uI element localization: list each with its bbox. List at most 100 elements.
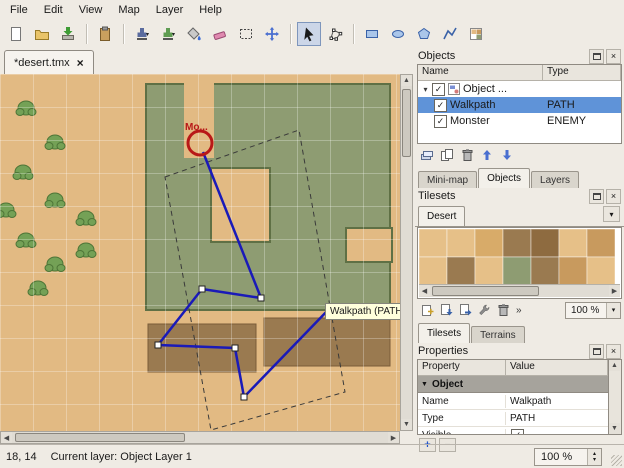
tile[interactable] [559, 229, 587, 257]
tileset-scroll-thumb[interactable] [432, 286, 539, 296]
tile[interactable] [419, 229, 447, 257]
monster-object-circle[interactable] [188, 131, 212, 155]
float-dock-button[interactable] [589, 49, 604, 64]
property-value[interactable]: Walkpath [506, 395, 608, 408]
rectangular-select-button[interactable] [234, 22, 258, 46]
export-tileset-button[interactable] [456, 302, 474, 319]
save-map-button[interactable] [56, 22, 80, 46]
tab-mini-map[interactable]: Mini-map [418, 171, 477, 188]
tile[interactable] [587, 229, 615, 257]
insert-polyline-button[interactable] [438, 22, 462, 46]
zoom-spinner[interactable]: ▴ ▾ [587, 449, 601, 465]
insert-tile-button[interactable] [464, 22, 488, 46]
new-tileset-button[interactable] [418, 302, 436, 319]
insert-polygon-button[interactable] [412, 22, 436, 46]
scroll-left-icon[interactable]: ◀ [419, 285, 430, 296]
dropdown-arrow-icon[interactable]: ▾ [606, 303, 620, 318]
scroll-down-icon[interactable]: ▼ [401, 419, 412, 430]
insert-rectangle-button[interactable] [360, 22, 384, 46]
object-visibility-checkbox[interactable]: ✓ [434, 115, 447, 128]
tiled-window: File Edit View Map Layer Help ▾ ▾ *de [0, 0, 624, 468]
bucket-fill-button[interactable] [182, 22, 206, 46]
menu-file[interactable]: File [2, 2, 36, 18]
vertex-handle[interactable] [199, 286, 205, 292]
edit-polygons-button[interactable] [323, 22, 347, 46]
remove-object-button[interactable] [458, 147, 476, 164]
scroll-left-icon[interactable]: ◀ [1, 432, 12, 443]
property-group-object[interactable]: ▼ Object [418, 376, 608, 393]
menu-layer[interactable]: Layer [148, 2, 192, 18]
tile[interactable] [475, 229, 503, 257]
menu-map[interactable]: Map [110, 2, 147, 18]
property-value[interactable]: PATH [506, 412, 608, 425]
zoom-combo[interactable]: 100 % ▴ ▾ [534, 448, 602, 466]
layer-visibility-checkbox[interactable]: ✓ [432, 83, 445, 96]
terrain-brush-button[interactable]: ▾ [156, 22, 180, 46]
tileset-tab-desert[interactable]: Desert [418, 206, 465, 226]
new-map-button[interactable] [4, 22, 28, 46]
tab-tilesets[interactable]: Tilesets [418, 323, 470, 343]
walkpath-polyline[interactable] [158, 152, 330, 397]
object-row-monster[interactable]: ✓ Monster ENEMY [418, 113, 621, 129]
tile[interactable] [587, 257, 615, 285]
import-tileset-button[interactable] [437, 302, 455, 319]
menu-help[interactable]: Help [191, 2, 230, 18]
eraser-button[interactable] [208, 22, 232, 46]
scroll-up-icon[interactable]: ▲ [609, 360, 620, 371]
tileset-menu-dropdown[interactable]: ▾ [603, 206, 620, 222]
vertex-handle[interactable] [241, 394, 247, 400]
tab-layers[interactable]: Layers [531, 171, 579, 188]
tile[interactable] [559, 257, 587, 285]
vertex-handle[interactable] [258, 295, 264, 301]
open-map-button[interactable] [30, 22, 54, 46]
scroll-up-icon[interactable]: ▲ [401, 75, 412, 86]
tab-objects[interactable]: Objects [478, 168, 530, 188]
object-visibility-checkbox[interactable]: ✓ [434, 99, 447, 112]
close-dock-button[interactable]: × [606, 189, 621, 204]
document-tab-desert[interactable]: *desert.tmx × [4, 50, 94, 75]
close-tab-icon[interactable]: × [77, 58, 84, 68]
tile[interactable] [531, 229, 559, 257]
toolbar-separator [86, 24, 87, 44]
raise-object-button[interactable] [478, 147, 496, 164]
vertex-handle[interactable] [155, 342, 161, 348]
tileset-properties-button[interactable] [475, 302, 493, 319]
horizontal-scroll-thumb[interactable] [15, 433, 185, 442]
stamp-brush-button[interactable]: ▾ [130, 22, 154, 46]
scroll-right-icon[interactable]: ▶ [609, 285, 620, 296]
close-dock-button[interactable]: × [606, 49, 621, 64]
select-objects-button[interactable] [297, 22, 321, 46]
tile[interactable] [503, 229, 531, 257]
duplicate-object-button[interactable] [438, 147, 456, 164]
paste-button[interactable] [93, 22, 117, 46]
tile[interactable] [531, 257, 559, 285]
scroll-down-icon[interactable]: ▼ [609, 423, 620, 434]
tile[interactable] [447, 257, 475, 285]
float-dock-button[interactable] [589, 189, 604, 204]
tile[interactable] [447, 229, 475, 257]
move-layer-button[interactable] [260, 22, 284, 46]
tile[interactable] [503, 257, 531, 285]
lower-object-button[interactable] [498, 147, 516, 164]
insert-ellipse-button[interactable] [386, 22, 410, 46]
resize-grip[interactable] [611, 455, 622, 466]
map-canvas[interactable]: Mo... Walkpath (PATH) [0, 74, 400, 431]
menu-view[interactable]: View [71, 2, 111, 18]
menu-edit[interactable]: Edit [36, 2, 71, 18]
scroll-right-icon[interactable]: ▶ [388, 432, 399, 443]
close-dock-button[interactable]: × [606, 344, 621, 359]
tileset-view[interactable]: ◀ ▶ [417, 227, 622, 299]
tile[interactable] [419, 257, 447, 285]
float-dock-button[interactable] [589, 344, 604, 359]
vertical-scroll-thumb[interactable] [402, 89, 411, 157]
new-object-layer-button[interactable] [418, 147, 436, 164]
remove-tileset-button[interactable] [494, 302, 512, 319]
tile[interactable] [475, 257, 503, 285]
tileset-zoom-combo[interactable]: 100 % ▾ [565, 302, 621, 319]
tab-terrains[interactable]: Terrains [471, 326, 525, 343]
object-layer-row[interactable]: ▾ ✓ Object ... [418, 81, 621, 97]
expander-icon[interactable]: ▾ [420, 85, 431, 94]
object-row-walkpath[interactable]: ✓ Walkpath PATH [418, 97, 621, 113]
toolbar-overflow-icon[interactable]: » [516, 305, 522, 316]
vertex-handle[interactable] [232, 345, 238, 351]
